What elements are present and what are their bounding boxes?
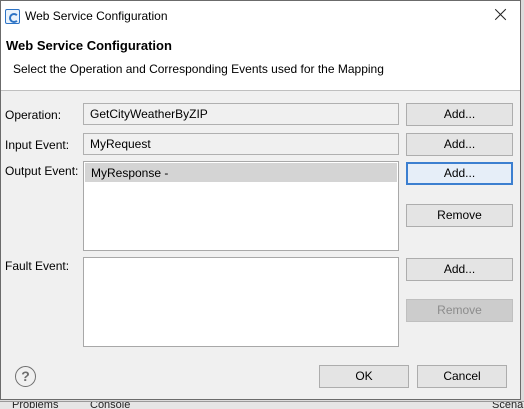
title-bar: Web Service Configuration xyxy=(1,1,520,31)
dialog-banner: Web Service Configuration Select the Ope… xyxy=(1,31,520,91)
input-event-field[interactable]: MyRequest xyxy=(83,133,399,155)
close-icon[interactable] xyxy=(494,7,508,21)
output-event-remove-button[interactable]: Remove xyxy=(406,204,513,227)
web-service-configuration-dialog: Web Service Configuration Web Service Co… xyxy=(0,0,521,400)
background-tab-strip: Problems Console Scenar xyxy=(0,401,524,409)
fault-event-label: Fault Event: xyxy=(5,259,70,273)
output-event-label: Output Event: xyxy=(5,164,79,178)
window-title: Web Service Configuration xyxy=(25,9,168,23)
input-event-label: Input Event: xyxy=(5,138,70,152)
fault-event-add-button[interactable]: Add... xyxy=(406,258,513,281)
operation-field[interactable]: GetCityWeatherByZIP xyxy=(83,103,399,125)
cancel-button[interactable]: Cancel xyxy=(417,365,507,388)
banner-title: Web Service Configuration xyxy=(6,38,172,53)
help-icon[interactable]: ? xyxy=(15,366,36,387)
fault-event-remove-button: Remove xyxy=(406,299,513,322)
output-event-list[interactable]: MyResponse - xyxy=(83,161,399,251)
app-icon xyxy=(5,9,20,24)
list-item[interactable]: MyResponse - xyxy=(85,163,397,182)
tab-console[interactable]: Console xyxy=(90,402,130,409)
banner-subtitle: Select the Operation and Corresponding E… xyxy=(13,62,384,76)
tab-scenarios[interactable]: Scenar xyxy=(492,402,524,409)
operation-add-button[interactable]: Add... xyxy=(406,103,513,126)
operation-label: Operation: xyxy=(5,108,62,122)
output-event-add-button[interactable]: Add... xyxy=(406,162,513,185)
fault-event-list[interactable] xyxy=(83,257,399,347)
input-event-add-button[interactable]: Add... xyxy=(406,133,513,156)
tab-problems[interactable]: Problems xyxy=(12,402,58,409)
ok-button[interactable]: OK xyxy=(319,365,409,388)
